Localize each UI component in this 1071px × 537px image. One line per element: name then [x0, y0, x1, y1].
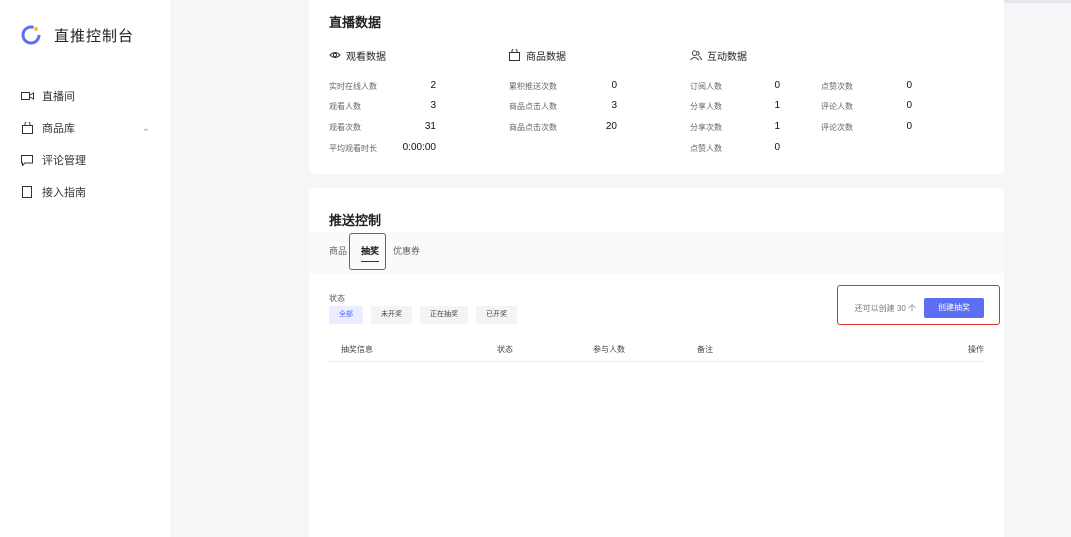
stats-title: 直播数据 [329, 15, 382, 30]
stats-group-heading: 观看数据 [329, 48, 386, 63]
sidebar-item-label: 商品库 [42, 123, 75, 135]
stat-label: 累积推送次数 [509, 82, 557, 91]
stats-group-products: 商品数据 [509, 48, 566, 63]
stat-value: 20 [605, 121, 617, 132]
stat-value: 0 [611, 80, 617, 91]
sidebar-item-label: 直播间 [42, 91, 75, 103]
stat-value: 1 [774, 121, 780, 132]
stat-value: 2 [430, 80, 436, 91]
stat-label: 平均观看时长 [329, 144, 377, 153]
stat-label: 实时在线人数 [329, 82, 377, 91]
sidebar-item-live-room[interactable]: 直播间 [20, 80, 150, 112]
stat-label: 商品点击次数 [509, 123, 557, 132]
stat-value: 0 [906, 80, 912, 91]
stat-value: 3 [430, 100, 436, 111]
video-camera-icon [20, 89, 34, 103]
filter-drawing[interactable]: 正在抽奖 [420, 306, 468, 324]
stat-value: 0:00:00 [402, 142, 436, 153]
chevron-down-icon[interactable]: ⌄ [142, 123, 150, 134]
stat-value: 0 [774, 142, 780, 153]
shopping-bag-icon [509, 49, 521, 61]
stat-label: 订阅人数 [690, 82, 722, 91]
stat-label: 评论人数 [821, 102, 853, 111]
comment-icon [20, 153, 34, 167]
stats-group-heading: 商品数据 [509, 48, 566, 63]
stat-label: 分享次数 [690, 123, 722, 132]
column-header: 状态 [497, 345, 513, 354]
tab-coupons[interactable]: 优惠券 [393, 244, 420, 262]
users-icon [690, 49, 702, 61]
document-icon [20, 185, 34, 199]
stat-label: 点赞次数 [821, 82, 853, 91]
column-header: 抽奖信息 [341, 345, 373, 354]
sidebar-nav: 直播间 商品库 ⌄ 评论管理 接入指南 [20, 80, 150, 208]
stat-label: 点赞人数 [690, 144, 722, 153]
push-control-card: 推送控制 商品 抽奖 优惠券 状态 全部 未开奖 正在抽奖 已开奖 还可以创建 … [309, 188, 1004, 537]
stats-group-heading-label: 互动数据 [707, 51, 747, 63]
stats-group-heading: 互动数据 [690, 48, 747, 63]
stats-group-interaction: 互动数据 [690, 48, 747, 63]
sidebar-item-guide[interactable]: 接入指南 [20, 176, 150, 208]
stat-value: 0 [774, 80, 780, 91]
lottery-table-header: 抽奖信息 状态 参与人数 备注 操作 [329, 340, 984, 362]
right-gutter [1004, 0, 1071, 537]
live-stats-card: 直播数据 观看数据 实时在线人数 2 观看人数 3 观看次数 31 平均观看时长… [309, 0, 1004, 174]
sidebar-item-products[interactable]: 商品库 ⌄ [20, 112, 150, 144]
highlight-box [837, 285, 1000, 325]
stat-label: 观看次数 [329, 123, 361, 132]
stat-label: 评论次数 [821, 123, 853, 132]
push-title: 推送控制 [329, 213, 382, 228]
tab-products[interactable]: 商品 [329, 244, 347, 262]
highlight-box [349, 233, 386, 270]
eye-icon [329, 49, 341, 61]
sidebar: 直推控制台 直播间 商品库 ⌄ 评论管理 接入指南 [0, 0, 170, 537]
stat-value: 3 [611, 100, 617, 111]
sidebar-item-label: 接入指南 [42, 187, 86, 199]
stat-value: 0 [906, 100, 912, 111]
column-header: 参与人数 [593, 345, 625, 354]
column-header: 操作 [968, 345, 984, 354]
stat-value: 0 [906, 121, 912, 132]
stats-group-heading-label: 商品数据 [526, 51, 566, 63]
stats-group-heading-label: 观看数据 [346, 51, 386, 63]
stat-label: 商品点击人数 [509, 102, 557, 111]
stat-label: 观看人数 [329, 102, 361, 111]
column-header: 备注 [697, 345, 713, 354]
app-logo-icon [21, 25, 41, 45]
stat-value: 1 [774, 100, 780, 111]
status-filter: 全部 未开奖 正在抽奖 已开奖 [329, 306, 525, 324]
stat-value: 31 [424, 121, 436, 132]
brand: 直推控制台 [20, 24, 134, 46]
status-filter-label: 状态 [329, 294, 345, 303]
sidebar-item-label: 评论管理 [42, 155, 86, 167]
sidebar-item-comments[interactable]: 评论管理 [20, 144, 150, 176]
filter-not-drawn[interactable]: 未开奖 [371, 306, 412, 324]
stat-label: 分享人数 [690, 102, 722, 111]
filter-drawn[interactable]: 已开奖 [476, 306, 517, 324]
stats-group-viewing: 观看数据 [329, 48, 386, 63]
filter-all[interactable]: 全部 [329, 306, 363, 324]
app-title: 直推控制台 [54, 27, 135, 45]
shopping-bag-icon [20, 121, 34, 135]
